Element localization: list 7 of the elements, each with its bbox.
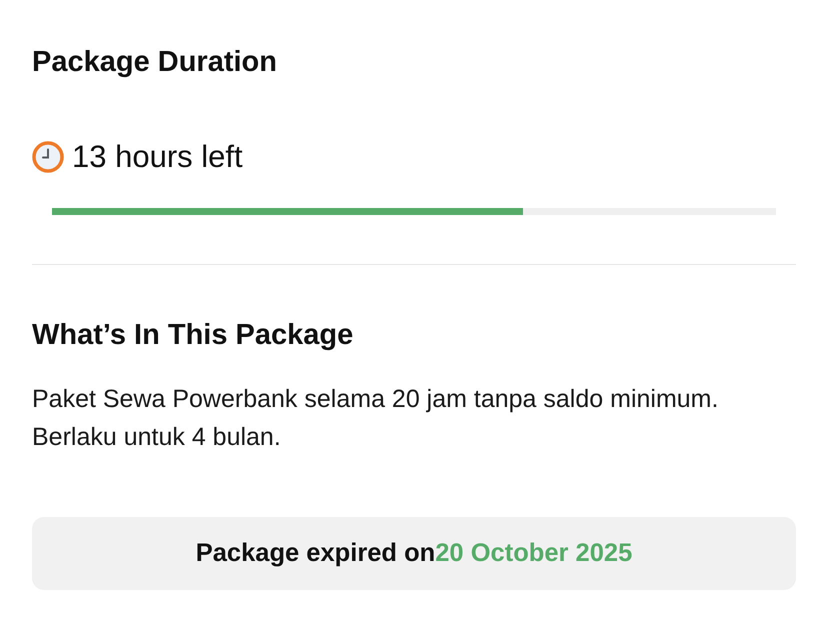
section-heading: What’s In This Package: [32, 318, 354, 353]
expiry-label: Package expired on: [196, 539, 436, 568]
section-heading: Package Duration: [32, 45, 278, 80]
time-remaining: 13 hours left: [72, 140, 243, 174]
expiry-date: 20 October 2025: [435, 539, 632, 568]
clock-icon: [32, 141, 64, 173]
package-description: Paket Sewa Powerbank selama 20 jam tanpa saldo minimum. Berlaku untuk 4 bulan.: [32, 384, 720, 453]
